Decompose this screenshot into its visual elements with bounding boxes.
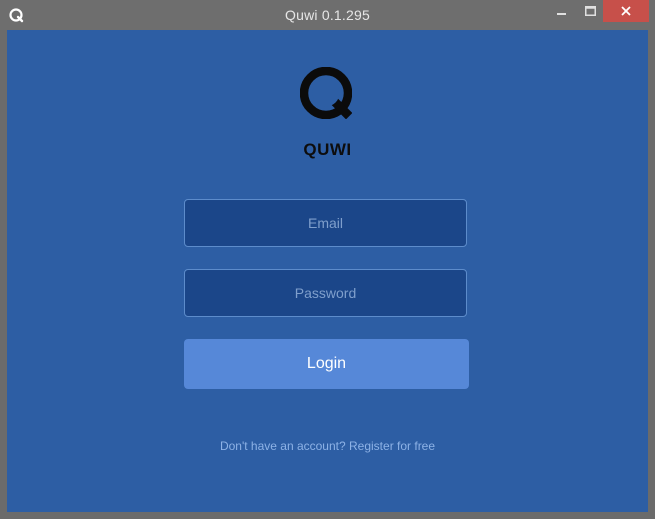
- maximize-button[interactable]: [576, 0, 604, 22]
- login-panel: QUWI Login Don't have an account? Regist…: [7, 30, 648, 512]
- maximize-icon: [584, 6, 596, 16]
- minimize-button[interactable]: [548, 0, 576, 22]
- title-bar[interactable]: Quwi 0.1.295: [0, 0, 655, 30]
- close-button[interactable]: [603, 0, 649, 22]
- register-prompt-text: Don't have an account?: [219, 439, 346, 453]
- login-button[interactable]: Login: [184, 339, 469, 389]
- close-icon: [621, 6, 631, 16]
- brand-name: QUWI: [303, 140, 352, 159]
- app-window: Quwi 0.1.295 QUWI Email Login Don't have…: [0, 0, 655, 519]
- register-prompt: Don't have an account? Register for free: [7, 439, 648, 453]
- email-field[interactable]: [184, 199, 467, 247]
- minimize-icon: [557, 13, 566, 15]
- password-field[interactable]: [184, 269, 467, 317]
- quwi-logo-icon: [300, 67, 352, 119]
- register-link[interactable]: Register for free: [349, 439, 435, 453]
